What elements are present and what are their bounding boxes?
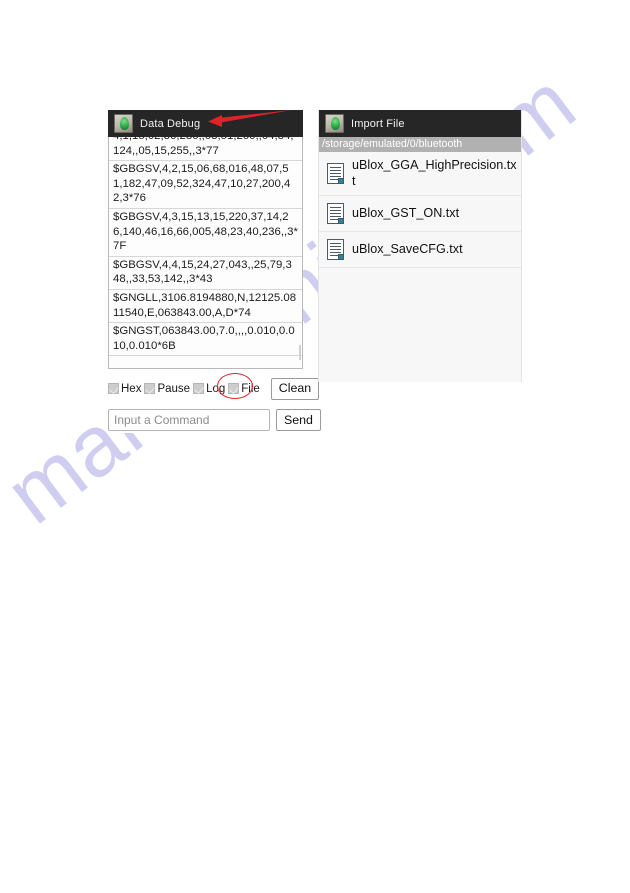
bluetooth-gps-app-icon — [325, 114, 344, 133]
log-row: $GBGSV,4,4,15,24,27,043,,25,79,348,,33,5… — [109, 257, 302, 290]
send-button[interactable]: Send — [276, 409, 321, 431]
log-scrollbar-thumb[interactable] — [299, 345, 301, 360]
text-file-icon — [327, 163, 344, 184]
log-row: $GNGST,063843.00,7.0,,,,0.010,0.010,0.01… — [109, 323, 302, 357]
log-output-list[interactable]: 4,1,15,02,36,236,,03,51,200,,04,34,124,,… — [108, 137, 303, 369]
checkbox-file-box[interactable] — [228, 383, 240, 394]
checkbox-pause-box[interactable] — [144, 383, 156, 394]
checkbox-pause[interactable]: Pause — [144, 383, 190, 395]
debug-options-row: Hex Pause Log File Clean — [108, 373, 320, 400]
page-watermark: manualshive.com — [0, 0, 630, 893]
import-file-window: Import File /storage/emulated/0/bluetoot… — [318, 110, 522, 382]
log-row: $GBGSV,4,2,15,06,68,016,48,07,51,182,47,… — [109, 161, 302, 209]
log-row: $GBGSV,4,3,15,13,15,220,37,14,26,140,46,… — [109, 209, 302, 257]
red-arrow-annotation-icon — [208, 110, 292, 127]
file-list-empty-space — [319, 268, 521, 274]
text-file-icon — [327, 203, 344, 224]
import-file-title: Import File — [351, 117, 405, 130]
checkbox-file[interactable]: File — [228, 383, 260, 395]
clean-button[interactable]: Clean — [270, 377, 320, 400]
checkbox-hex-box[interactable] — [108, 383, 119, 394]
checkbox-log[interactable]: Log — [193, 383, 225, 395]
list-item[interactable]: uBlox_GST_ON.txt — [319, 196, 521, 232]
checkbox-hex[interactable]: Hex — [108, 383, 141, 395]
file-list[interactable]: uBlox_GGA_HighPrecision.txt uBlox_GST_ON… — [319, 152, 521, 382]
data-debug-title: Data Debug — [140, 117, 201, 130]
checkbox-hex-label: Hex — [121, 382, 142, 395]
list-item[interactable]: uBlox_SaveCFG.txt — [319, 232, 521, 268]
log-row: 4,1,15,02,36,236,,03,51,200,,04,34,124,,… — [109, 137, 302, 162]
command-row: Send — [108, 409, 321, 431]
checkbox-pause-label: Pause — [157, 382, 191, 395]
text-file-icon — [327, 239, 344, 260]
current-path-bar: /storage/emulated/0/bluetooth — [319, 137, 521, 152]
checkbox-log-label: Log — [206, 382, 226, 395]
file-name: uBlox_GST_ON.txt — [352, 205, 460, 220]
list-item[interactable]: uBlox_GGA_HighPrecision.txt — [319, 152, 521, 196]
import-file-titlebar: Import File — [319, 110, 521, 137]
log-row: $GNGLL,3106.8194880,N,12125.0811540,E,06… — [109, 290, 302, 324]
checkbox-file-label: File — [241, 382, 260, 395]
data-debug-window: Data Debug 4,1,15,02,36,236,,03,51,200,,… — [108, 110, 321, 433]
file-name: uBlox_GGA_HighPrecision.txt — [352, 158, 517, 188]
file-name: uBlox_SaveCFG.txt — [352, 241, 463, 256]
checkbox-log-box[interactable] — [193, 383, 205, 394]
command-input[interactable] — [108, 409, 270, 431]
data-debug-titlebar: Data Debug — [108, 110, 303, 137]
bluetooth-gps-app-icon — [114, 114, 133, 133]
